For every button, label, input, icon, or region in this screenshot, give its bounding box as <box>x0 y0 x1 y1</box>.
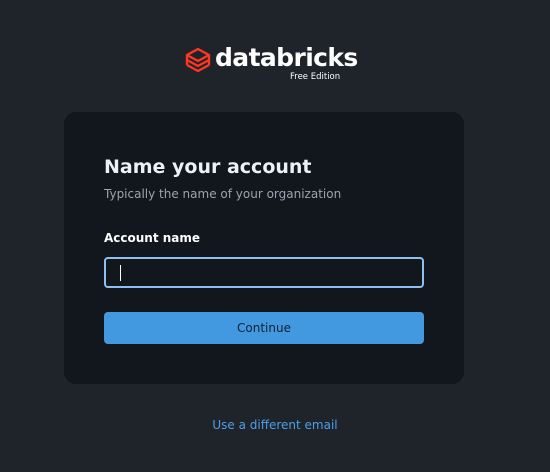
continue-button[interactable]: Continue <box>104 312 424 344</box>
card-subtitle: Typically the name of your organization <box>104 187 342 201</box>
account-name-field[interactable] <box>104 257 424 288</box>
account-name-input[interactable] <box>106 259 422 286</box>
signup-page: databricks Free Edition Name your accoun… <box>0 0 550 472</box>
databricks-stack-icon <box>185 47 211 73</box>
text-cursor <box>120 265 121 281</box>
account-name-label: Account name <box>104 231 201 245</box>
use-different-email-link[interactable]: Use a different email <box>0 417 550 433</box>
card-title: Name your account <box>104 156 312 178</box>
edition-label: Free Edition <box>290 72 341 82</box>
account-name-card: Name your account Typically the name of … <box>64 112 464 384</box>
databricks-logo: databricks Free Edition <box>185 43 358 84</box>
brand-wordmark: databricks <box>215 43 358 72</box>
